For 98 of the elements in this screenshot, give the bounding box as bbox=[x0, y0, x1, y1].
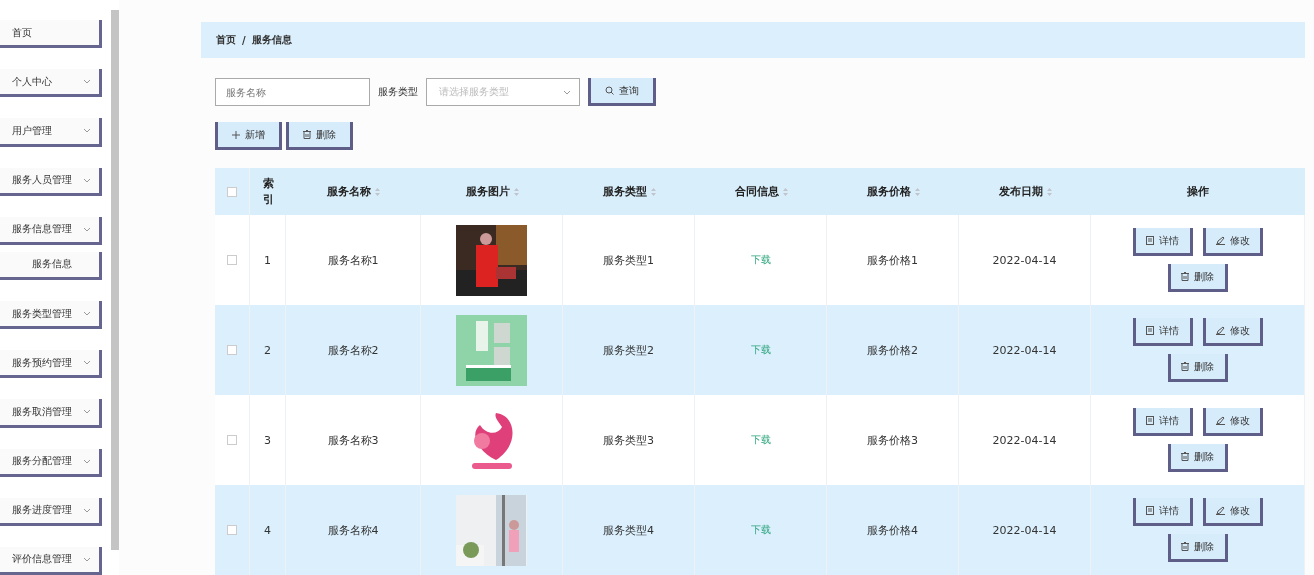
delete-button[interactable]: 删除 bbox=[1167, 354, 1228, 382]
sidebar-item[interactable]: 服务人员管理 bbox=[0, 167, 102, 196]
search-button[interactable]: 查询 bbox=[588, 78, 656, 106]
sidebar-item[interactable]: 服务信息管理 bbox=[0, 216, 102, 245]
table-cell: 服务价格3 bbox=[867, 432, 918, 448]
column-title: 服务类型 bbox=[602, 184, 647, 199]
breadcrumb-separator: / bbox=[242, 34, 246, 46]
document-icon bbox=[1146, 326, 1154, 335]
table-cell: 服务名称4 bbox=[327, 522, 379, 538]
document-icon bbox=[1146, 236, 1154, 245]
table-cell: 服务价格4 bbox=[867, 522, 918, 538]
chevron-down-icon bbox=[83, 409, 91, 415]
chevron-down-icon bbox=[83, 507, 91, 513]
column-title: 索引 bbox=[262, 176, 274, 207]
delete-button[interactable]: 删除 bbox=[1167, 264, 1228, 292]
table-cell: 2022-04-14 bbox=[992, 433, 1057, 447]
sort-icon bbox=[513, 187, 519, 196]
column-title: 服务名称 bbox=[327, 184, 371, 199]
table-cell: 2022-04-14 bbox=[992, 523, 1057, 537]
delete-button[interactable]: 删除 bbox=[1167, 534, 1228, 562]
chevron-down-icon bbox=[83, 556, 91, 562]
sort-icon bbox=[375, 187, 380, 196]
table-cell: 服务类型4 bbox=[603, 522, 654, 538]
table-cell: 服务价格2 bbox=[867, 342, 918, 358]
table-cell: 3 bbox=[264, 433, 271, 447]
column-title: 操作 bbox=[1187, 184, 1209, 199]
table-cell: 服务名称2 bbox=[327, 342, 379, 358]
chevron-down-icon bbox=[83, 311, 91, 317]
details-button[interactable]: 详情 bbox=[1132, 318, 1193, 346]
edit-icon bbox=[1215, 416, 1225, 425]
sidebar-item[interactable]: 首页 bbox=[0, 20, 102, 49]
table-cell: 2 bbox=[264, 343, 271, 357]
trash-icon bbox=[1181, 362, 1189, 371]
edit-button[interactable]: 修改 bbox=[1202, 498, 1263, 526]
trash-icon bbox=[1181, 542, 1189, 551]
chevron-down-icon bbox=[83, 177, 91, 183]
sort-icon bbox=[650, 187, 656, 196]
column-title: 服务价格 bbox=[866, 184, 911, 199]
breadcrumb-item: 服务信息 bbox=[251, 33, 292, 47]
sort-icon bbox=[782, 187, 788, 196]
sidebar-item[interactable]: 用户管理 bbox=[0, 118, 102, 147]
edit-icon bbox=[1215, 236, 1225, 245]
type-label: 服务类型 bbox=[378, 85, 418, 99]
chevron-down-icon bbox=[83, 360, 91, 366]
sidebar-item[interactable]: 服务取消管理 bbox=[0, 399, 102, 428]
trash-icon bbox=[1181, 452, 1189, 461]
checkbox[interactable] bbox=[227, 186, 237, 197]
sort-icon bbox=[1046, 187, 1052, 196]
search-icon bbox=[605, 86, 614, 95]
chevron-down-icon bbox=[83, 458, 91, 464]
chevron-down-icon bbox=[563, 89, 571, 95]
sidebar-item[interactable]: 评价信息管理 bbox=[0, 546, 102, 575]
document-icon bbox=[1146, 506, 1154, 515]
table-cell: 1 bbox=[264, 253, 271, 267]
document-icon bbox=[1146, 416, 1154, 425]
table-cell: 服务类型1 bbox=[603, 252, 654, 268]
column-title: 发布日期 bbox=[998, 184, 1043, 199]
checkbox[interactable] bbox=[227, 345, 237, 355]
delete-button[interactable]: 删除 bbox=[286, 122, 353, 150]
sidebar-item[interactable]: 服务进度管理 bbox=[0, 497, 102, 526]
checkbox[interactable] bbox=[227, 435, 237, 445]
column-title: 服务图片 bbox=[465, 184, 510, 199]
trash-icon bbox=[303, 130, 311, 139]
chevron-down-icon bbox=[83, 128, 91, 134]
add-button[interactable]: 新增 bbox=[215, 122, 282, 150]
table-cell: 2022-04-14 bbox=[992, 253, 1057, 267]
details-button[interactable]: 详情 bbox=[1132, 498, 1193, 526]
name-search-field[interactable]: 服务名称 bbox=[215, 78, 370, 106]
edit-button[interactable]: 修改 bbox=[1202, 408, 1263, 436]
table-cell: 4 bbox=[264, 523, 271, 537]
edit-button[interactable]: 修改 bbox=[1202, 318, 1263, 346]
delete-button[interactable]: 删除 bbox=[1167, 444, 1228, 472]
column-title: 合同信息 bbox=[734, 184, 779, 199]
sidebar-item[interactable]: 个人中心 bbox=[0, 69, 102, 98]
table-cell: 2022-04-14 bbox=[992, 343, 1057, 357]
table-cell: 服务名称3 bbox=[327, 432, 379, 448]
table-cell: 服务名称1 bbox=[327, 252, 379, 268]
breadcrumb-item[interactable]: 首页 bbox=[216, 33, 236, 47]
checkbox[interactable] bbox=[227, 255, 237, 265]
chevron-down-icon bbox=[83, 79, 91, 85]
edit-button[interactable]: 修改 bbox=[1202, 228, 1263, 256]
scrollbar[interactable] bbox=[110, 10, 119, 550]
table-cell: 服务类型3 bbox=[603, 432, 654, 448]
sidebar-item[interactable]: 服务类型管理 bbox=[0, 301, 102, 330]
details-button[interactable]: 详情 bbox=[1132, 228, 1193, 256]
edit-icon bbox=[1215, 326, 1225, 335]
table-cell: 服务类型2 bbox=[603, 342, 654, 358]
details-button[interactable]: 详情 bbox=[1132, 408, 1193, 436]
plus-icon bbox=[232, 130, 240, 139]
trash-icon bbox=[1181, 272, 1189, 281]
sidebar-item[interactable]: 服务分配管理 bbox=[0, 448, 102, 477]
edit-icon bbox=[1215, 506, 1225, 515]
checkbox[interactable] bbox=[227, 525, 237, 535]
sidebar-item[interactable]: 服务预约管理 bbox=[0, 350, 102, 379]
sidebar-item[interactable]: 服务信息 bbox=[0, 251, 102, 281]
table-cell: 服务价格1 bbox=[867, 252, 918, 268]
chevron-down-icon bbox=[83, 226, 91, 232]
sort-icon bbox=[914, 187, 920, 196]
